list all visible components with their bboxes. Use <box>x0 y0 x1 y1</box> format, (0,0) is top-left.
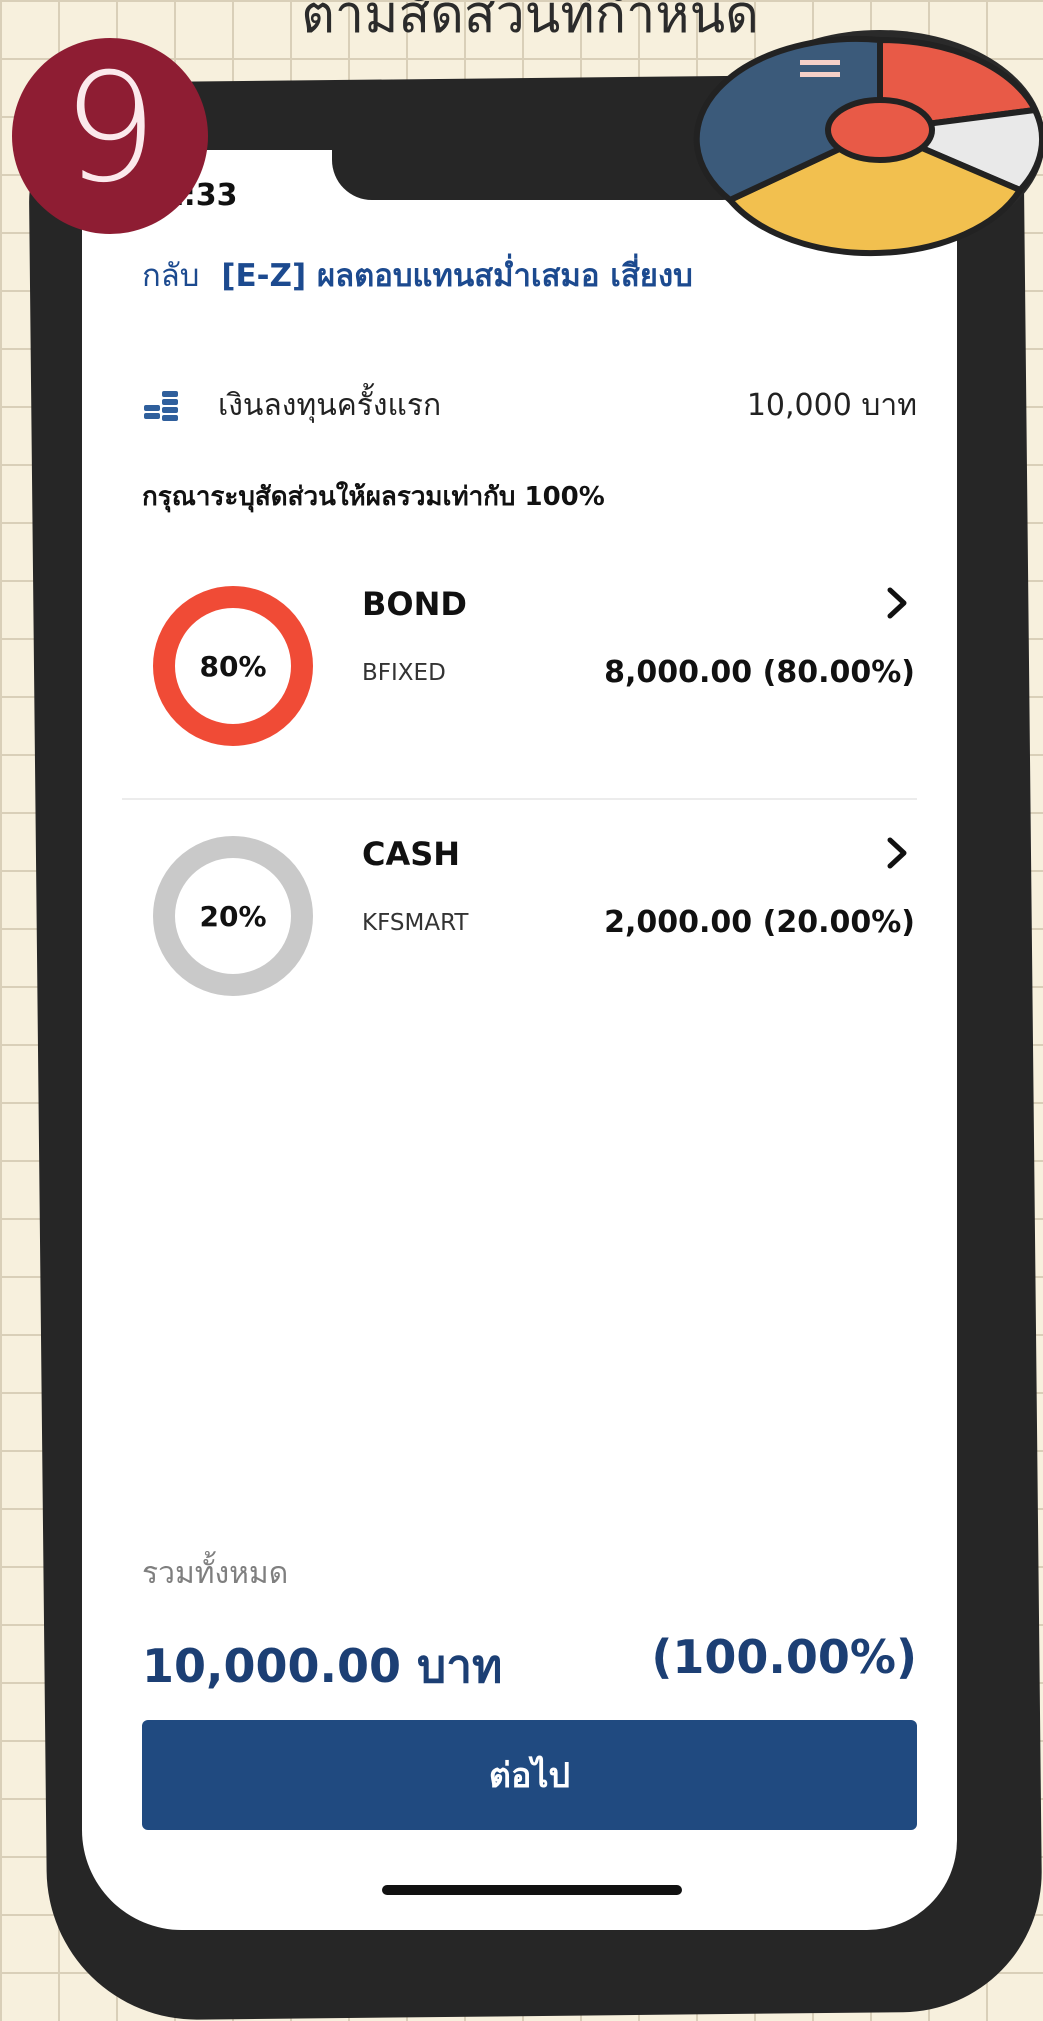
initial-investment-label: เงินลงทุนครั้งแรก <box>218 387 442 423</box>
page-title: [E-Z] ผลตอบแทนสม่ำเสมอ เสี่ยงบ <box>221 258 693 294</box>
coins-icon <box>144 391 178 421</box>
phone-screen: 11:33 กลับ [E-Z] ผลตอบแทนสม่ำเสมอ เสี่ยง… <box>82 150 957 1930</box>
fund-value: 2,000.00 (20.00%) <box>604 905 915 940</box>
fund-type: CASH <box>362 835 461 873</box>
fund-type: BOND <box>362 585 467 623</box>
step-badge: 9 <box>12 38 208 234</box>
fund-row-cash[interactable]: 20% CASH KFSMART 2,000.00 (20.00%) <box>122 815 957 1035</box>
divider <box>122 798 917 800</box>
fund-row-bond[interactable]: 80% BOND BFIXED 8,000.00 (80.00%) <box>122 565 957 785</box>
initial-investment-row: เงินลงทุนครั้งแรก 10,000 บาท <box>142 380 917 430</box>
total-amount: 10,000.00 บาท <box>142 1639 503 1693</box>
step-number: 9 <box>62 42 158 216</box>
home-indicator[interactable] <box>382 1885 682 1895</box>
allocation-percent: 20% <box>199 899 267 933</box>
allocation-percent: 80% <box>199 649 267 683</box>
initial-investment-amount: 10,000 บาท <box>746 387 917 423</box>
pie-chart-illustration <box>693 30 1043 257</box>
chevron-right-icon[interactable] <box>885 835 909 871</box>
next-button[interactable]: ต่อไป <box>142 1720 917 1830</box>
back-button[interactable]: กลับ <box>142 258 199 294</box>
allocation-hint: กรุณาระบุสัดส่วนให้ผลรวมเท่ากับ 100% <box>142 482 605 512</box>
chevron-right-icon[interactable] <box>885 585 909 621</box>
fund-value: 8,000.00 (80.00%) <box>604 655 915 690</box>
total-percent: (100.00%) <box>651 1630 917 1684</box>
fund-code: KFSMART <box>362 910 469 936</box>
fund-code: BFIXED <box>362 660 446 686</box>
total-label: รวมทั้งหมด <box>142 1556 289 1591</box>
